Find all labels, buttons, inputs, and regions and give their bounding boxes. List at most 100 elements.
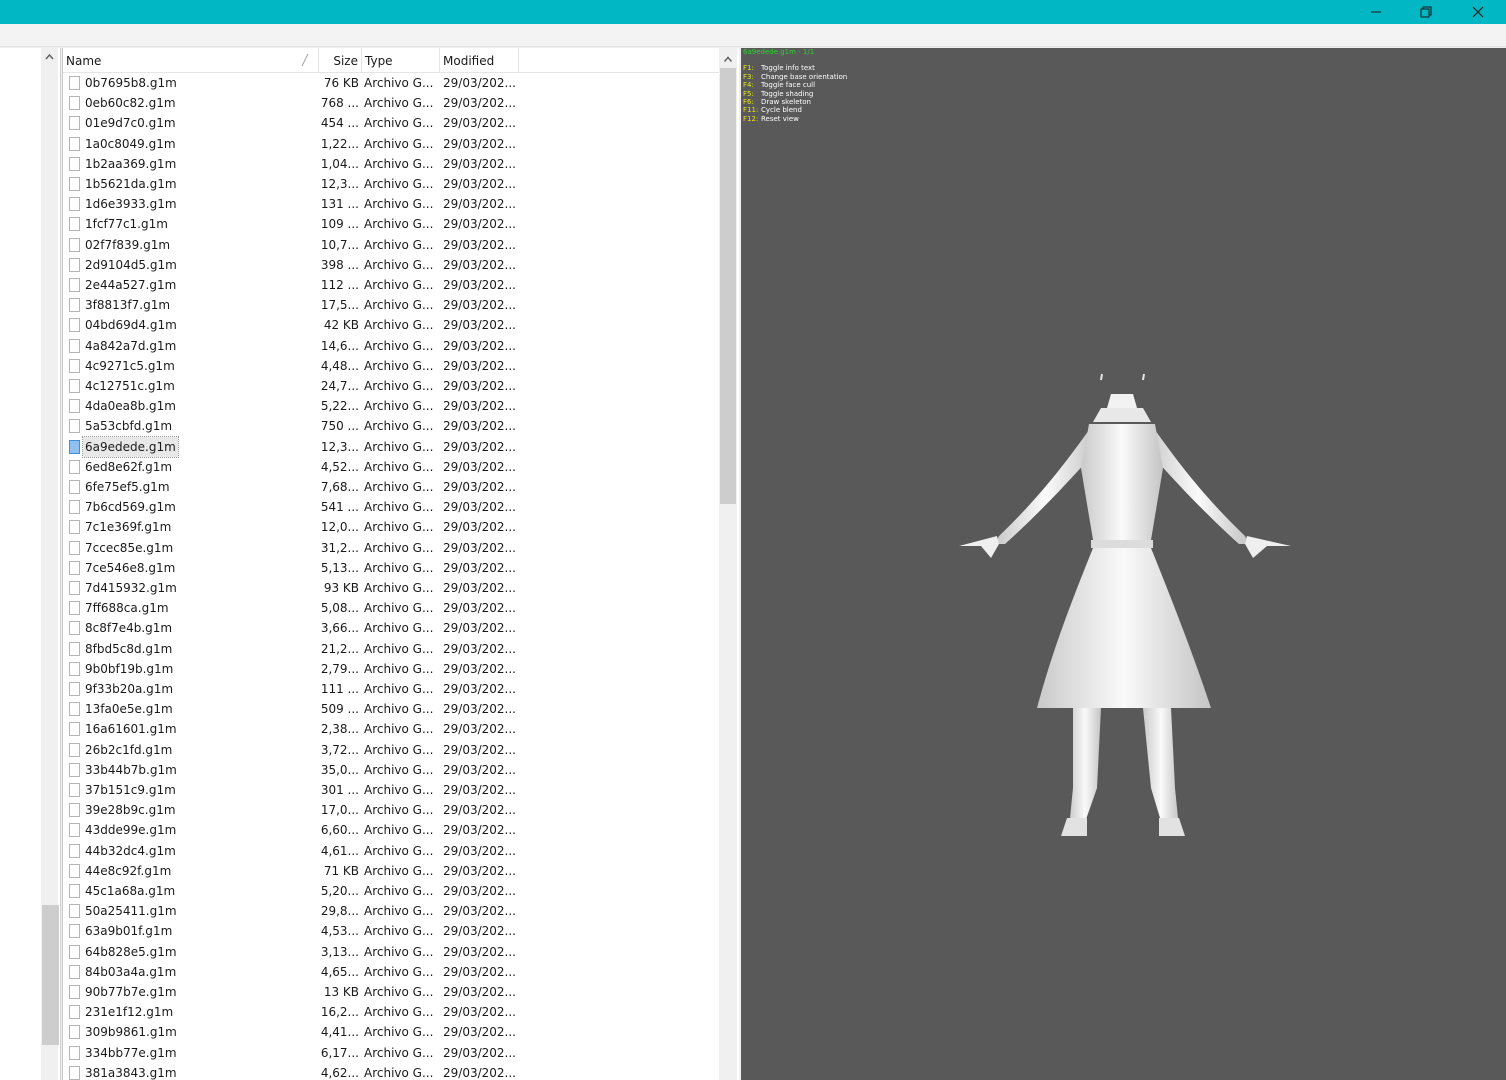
file-size: 3,66... (320, 621, 359, 636)
column-header-size[interactable]: Size (319, 48, 362, 72)
file-row[interactable]: 33b44b7b.g1m 35,0... Archivo G... 29/03/202… (63, 760, 719, 780)
file-row[interactable]: 4c12751c.g1m 24,7... Archivo G... 29/03/202… (63, 376, 719, 396)
file-type: Archivo G... (364, 96, 434, 111)
file-modified: 29/03/202... (443, 702, 516, 717)
file-list-pane[interactable]: Name Size Type Modified 0b7695b8.g1m 76 K… (62, 48, 739, 1080)
file-row[interactable]: 84b03a4a.g1m 4,65... Archivo G... 29/03/202… (63, 962, 719, 982)
column-header-name[interactable]: Name (63, 48, 319, 72)
file-row[interactable]: 90b77b7e.g1m 13 KB Archivo G... 29/03/202..… (63, 982, 719, 1002)
file-row[interactable]: 6a9edede.g1m 12,3... Archivo G... 29/03/202… (63, 435, 719, 458)
minimize-button[interactable] (1351, 0, 1401, 24)
file-row[interactable]: 02f7f839.g1m 10,7... Archivo G... 29/03/202… (63, 235, 719, 255)
file-row[interactable]: 3f8813f7.g1m 17,5... Archivo G... 29/03/202… (63, 295, 719, 315)
file-row[interactable]: 44b32dc4.g1m 4,61... Archivo G... 29/03/202… (63, 841, 719, 861)
close-icon (1472, 6, 1484, 18)
folder-tree-pane[interactable] (0, 48, 61, 1080)
tree-scroll-thumb[interactable] (42, 905, 59, 1045)
file-row[interactable]: 64b828e5.g1m 3,13... Archivo G... 29/03/202… (63, 942, 719, 962)
file-row[interactable]: 2d9104d5.g1m 398 ... Archivo G... 29/03/202… (63, 255, 719, 275)
restore-button[interactable] (1401, 0, 1451, 24)
file-row[interactable]: 7ccec85e.g1m 31,2... Archivo G... 29/03/202… (63, 538, 719, 558)
file-row[interactable]: 0eb60c82.g1m 768 ... Archivo G... 29/03/202… (63, 93, 719, 113)
file-row[interactable]: 8fbd5c8d.g1m 21,2... Archivo G... 29/03/202… (63, 639, 719, 659)
file-name: 7d415932.g1m (85, 581, 177, 595)
file-type: Archivo G... (364, 560, 434, 575)
file-row[interactable]: 04bd69d4.g1m 42 KB Archivo G... 29/03/202..… (63, 315, 719, 335)
file-icon (69, 76, 80, 90)
file-row[interactable]: 50a25411.g1m 29,8... Archivo G... 29/03/202… (63, 901, 719, 921)
file-row[interactable]: 334bb77e.g1m 6,17... Archivo G... 29/03/202… (63, 1043, 719, 1063)
tree-scrollbar[interactable] (41, 48, 59, 1080)
column-header-modified[interactable]: Modified (440, 48, 519, 72)
file-name: 84b03a4a.g1m (85, 964, 177, 979)
file-row[interactable]: 0b7695b8.g1m 76 KB Archivo G... 29/03/202..… (63, 73, 719, 93)
file-row[interactable]: 7ff688ca.g1m 5,08... Archivo G... 29/03/202… (63, 598, 719, 618)
file-row[interactable]: 44e8c92f.g1m 71 KB Archivo G... 29/03/202..… (63, 861, 719, 881)
file-row[interactable]: 43dde99e.g1m 6,60... Archivo G... 29/03/202… (63, 820, 719, 840)
file-row[interactable]: 1d6e3933.g1m 131 ... Archivo G... 29/03/202… (63, 194, 719, 214)
file-modified: 29/03/202... (443, 399, 516, 414)
model-viewer[interactable]: 6a9edede.g1m - 1/1 F1: Toggle info text F3… (741, 48, 1506, 1080)
file-row[interactable]: 6fe75ef5.g1m 7,68... Archivo G... 29/03/202… (63, 477, 719, 497)
file-row[interactable]: 4c9271c5.g1m 4,48... Archivo G... 29/03/202… (63, 356, 719, 376)
file-row[interactable]: 26b2c1fd.g1m 3,72... Archivo G... 29/03/202… (63, 740, 719, 760)
close-button[interactable] (1453, 0, 1503, 24)
file-modified: 29/03/202... (443, 237, 516, 252)
file-row[interactable]: 13fa0e5e.g1m 509 ... Archivo G... 29/03/202… (63, 699, 719, 719)
shortcut-key: F12: (743, 114, 759, 123)
file-row[interactable]: 45c1a68a.g1m 5,20... Archivo G... 29/03/202… (63, 881, 719, 901)
file-row[interactable]: 1a0c8049.g1m 1,22... Archivo G... 29/03/202… (63, 134, 719, 154)
file-modified: 29/03/202... (443, 803, 516, 818)
file-modified: 29/03/202... (443, 884, 516, 898)
file-modified: 29/03/202... (443, 1045, 516, 1060)
column-header-type[interactable]: Type (362, 48, 440, 72)
scroll-up-arrow-icon[interactable] (44, 52, 55, 62)
file-row[interactable]: 9f33b20a.g1m 111 ... Archivo G... 29/03/202… (63, 679, 719, 699)
file-row[interactable]: 1b5621da.g1m 12,3... Archivo G... 29/03/202… (63, 174, 719, 194)
file-type: Archivo G... (364, 904, 434, 919)
dress-model-render[interactable] (941, 368, 1321, 838)
file-row[interactable]: 37b151c9.g1m 301 ... Archivo G... 29/03/202… (63, 780, 719, 800)
file-list-scroll-thumb[interactable] (720, 68, 736, 504)
file-modified: 29/03/202... (443, 379, 516, 393)
minimize-icon (1371, 11, 1381, 13)
column-resize-icon (301, 53, 309, 67)
file-row[interactable]: 39e28b9c.g1m 17,0... Archivo G... 29/03/202… (63, 800, 719, 820)
file-row[interactable]: 381a3843.g1m 4,62... Archivo G... 29/03/202… (63, 1063, 719, 1080)
file-row[interactable]: 7b6cd569.g1m 541 ... Archivo G... 29/03/202… (63, 497, 719, 517)
file-row[interactable]: 1b2aa369.g1m 1,04... Archivo G... 29/03/202… (63, 154, 719, 174)
file-modified: 29/03/202... (443, 540, 516, 555)
file-modified: 29/03/202... (443, 257, 516, 272)
file-size: 12,3... (320, 177, 359, 191)
file-row[interactable]: 63a9b01f.g1m 4,53... Archivo G... 29/03/202… (63, 921, 719, 941)
file-modified: 29/03/202... (443, 783, 516, 797)
file-row[interactable]: 01e9d7c0.g1m 454 ... Archivo G... 29/03/202… (63, 113, 719, 133)
file-row[interactable]: 231e1f12.g1m 16,2... Archivo G... 29/03/202… (63, 1002, 719, 1022)
file-name: 1b5621da.g1m (85, 177, 177, 191)
file-type: Archivo G... (364, 358, 434, 373)
file-row[interactable]: 7ce546e8.g1m 5,13... Archivo G... 29/03/202… (63, 558, 719, 578)
file-list-scrollbar[interactable] (719, 48, 737, 1080)
file-modified: 29/03/202... (443, 318, 516, 333)
file-row[interactable]: 4a842a7d.g1m 14,6... Archivo G... 29/03/202… (63, 336, 719, 356)
scroll-up-arrow-icon[interactable] (723, 55, 733, 63)
file-row[interactable]: 8c8f7e4b.g1m 3,66... Archivo G... 29/03/202… (63, 618, 719, 638)
file-icon (69, 1065, 80, 1080)
file-row[interactable]: 4da0ea8b.g1m 5,22... Archivo G... 29/03/202… (63, 396, 719, 416)
file-type: Archivo G... (364, 762, 434, 777)
file-size: 1,04... (320, 156, 359, 171)
file-row[interactable]: 16a61601.g1m 2,38... Archivo G... 29/03/202… (63, 719, 719, 739)
file-size: 31,2... (320, 540, 359, 555)
file-row[interactable]: 5a53cbfd.g1m 750 ... Archivo G... 29/03/202… (63, 416, 719, 436)
file-modified: 29/03/202... (443, 581, 516, 595)
file-row[interactable]: 6ed8e62f.g1m 4,52... Archivo G... 29/03/202… (63, 457, 719, 477)
file-row[interactable]: 1fcf77c1.g1m 109 ... Archivo G... 29/03/202… (63, 214, 719, 234)
file-row[interactable]: 7c1e369f.g1m 12,0... Archivo G... 29/03/202… (63, 517, 719, 537)
file-icon (69, 884, 80, 898)
file-name: 4c12751c.g1m (85, 379, 175, 393)
file-row[interactable]: 7d415932.g1m 93 KB Archivo G... 29/03/202..… (63, 578, 719, 598)
file-row[interactable]: 9b0bf19b.g1m 2,79... Archivo G... 29/03/202… (63, 659, 719, 679)
file-row[interactable]: 309b9861.g1m 4,41... Archivo G... 29/03/202… (63, 1022, 719, 1042)
file-row[interactable]: 2e44a527.g1m 112 ... Archivo G... 29/03/202… (63, 275, 719, 295)
file-size: 750 ... (320, 419, 359, 434)
